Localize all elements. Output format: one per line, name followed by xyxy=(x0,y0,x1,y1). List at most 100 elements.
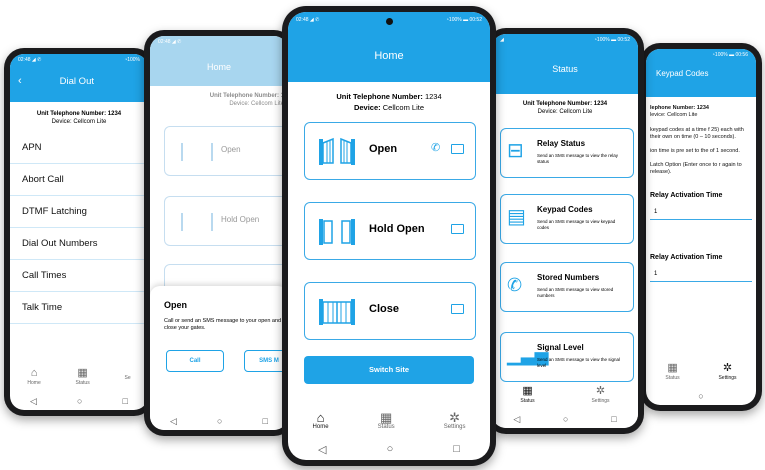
home-nav-icon[interactable]: ○ xyxy=(77,396,82,406)
back-nav-icon[interactable]: ◁ xyxy=(170,416,177,427)
call-label: Call xyxy=(189,358,201,364)
back-nav-icon[interactable]: ◁ xyxy=(30,396,37,407)
tab-status[interactable]: ▦ Status xyxy=(520,385,535,405)
system-nav: ◁ ○ □ xyxy=(150,412,288,430)
tab-status[interactable]: ▦ Status xyxy=(377,410,395,430)
hold-open-card[interactable]: Hold Open xyxy=(164,196,288,246)
status-battery: ◔100% ▬ 00:52 xyxy=(445,17,482,23)
recent-nav-icon[interactable]: □ xyxy=(263,416,268,426)
status-time: 02:48 ◢ ✆ xyxy=(158,39,182,45)
status-screen: ◢ ◔100% ▬ 00:52 Status Unit Telephone Nu… xyxy=(492,34,638,428)
tab-settings[interactable]: ✲ Settings xyxy=(591,386,610,405)
card-title: Stored Numbers xyxy=(537,273,600,282)
open-card[interactable]: Open ✆ xyxy=(304,122,476,180)
list-item[interactable]: Abort Call xyxy=(10,164,148,196)
list-item[interactable]: Dial Out Numbers xyxy=(10,228,148,260)
status-bar: 02:48 ◢ ✆ xyxy=(150,36,288,48)
device-label: Device: xyxy=(353,103,381,112)
unit-number: Unit Telephone Number: 1 xyxy=(209,93,284,99)
action-sheet: Open Call or send an SMS message to your… xyxy=(150,286,288,430)
recent-nav-icon[interactable]: □ xyxy=(453,443,460,455)
gate-icon xyxy=(181,143,213,161)
signal-level-card[interactable]: ▁▃▅ Signal Level Send an SMS message to … xyxy=(500,332,634,382)
card-label: Open xyxy=(369,143,398,155)
switch-site-label: Switch Site xyxy=(368,365,409,374)
tab-label: Status xyxy=(377,424,395,430)
grid-icon: ▦ xyxy=(380,410,393,425)
sms-label: SMS M xyxy=(259,358,279,364)
tab-bar: ⌂ Home ▦ Status Se xyxy=(10,364,148,390)
tab-label: Status xyxy=(665,375,680,381)
phone-keypad-codes: ◔100% ▬ 00:56 Keypad Codes lephone Numbe… xyxy=(640,43,762,411)
tab-settings[interactable]: ✲ Settings xyxy=(443,411,466,430)
hold-open-card[interactable]: Hold Open xyxy=(304,202,476,260)
phone-icon[interactable]: ✆ xyxy=(431,141,440,154)
card-label: Hold Open xyxy=(221,215,260,224)
message-icon[interactable] xyxy=(451,144,464,154)
tab-settings[interactable]: Se xyxy=(124,374,130,381)
list-item[interactable]: DTMF Latching xyxy=(10,196,148,228)
close-card[interactable]: Close xyxy=(304,282,476,340)
gate-icon xyxy=(181,213,213,231)
message-icon[interactable] xyxy=(451,224,464,234)
system-nav: ○ xyxy=(646,387,756,405)
switch-site-button[interactable]: Switch Site xyxy=(304,356,474,384)
list-item[interactable]: Talk Time xyxy=(10,292,148,324)
recent-nav-icon[interactable]: □ xyxy=(611,414,616,424)
tab-status[interactable]: ▦ Status xyxy=(665,362,680,382)
card-title: Signal Level xyxy=(537,343,584,352)
home-screen: 02:48 ◢ ✆ ◔100% ▬ 00:52 Home Unit Teleph… xyxy=(288,12,490,460)
relay-time-input[interactable]: 1 xyxy=(650,201,752,220)
message-icon[interactable] xyxy=(451,304,464,314)
open-card[interactable]: Open xyxy=(164,126,288,176)
call-button[interactable]: Call xyxy=(166,350,224,372)
back-nav-icon[interactable]: ◁ xyxy=(318,443,326,456)
close-gate-icon xyxy=(319,297,355,325)
list-item[interactable]: Call Times xyxy=(10,260,148,292)
field-label: Relay Activation Time xyxy=(650,192,723,199)
phone-dial-out: 02:48 ◢ ✆ ◔100% ‹ Dial Out Unit Telephon… xyxy=(4,48,154,416)
card-desc: Send an SMS message to view keypad codes xyxy=(537,219,616,230)
tab-label: Se xyxy=(124,374,131,381)
relay-status-card[interactable]: ⊟ Relay Status Send an SMS message to vi… xyxy=(500,128,634,178)
page-title: Keypad Codes xyxy=(656,69,709,78)
back-nav-icon[interactable]: ◁ xyxy=(513,414,520,425)
system-nav: ◁ ○ □ xyxy=(288,438,490,460)
tab-status[interactable]: ▦ Status xyxy=(76,368,90,387)
phone-book-icon: ✆ xyxy=(507,275,523,295)
device-value: Cellcom Lite xyxy=(382,103,425,112)
tab-home[interactable]: ⌂ Home xyxy=(312,410,329,430)
home-sheet-screen: 02:48 ◢ ✆ Home Unit Telephone Number: 1 … xyxy=(150,36,288,430)
tab-label: Settings xyxy=(443,424,466,430)
grid-icon: ▦ xyxy=(667,362,678,374)
tab-label: Status xyxy=(520,398,535,404)
recent-nav-icon[interactable]: □ xyxy=(123,396,128,406)
tab-label: Settings xyxy=(591,398,610,404)
info-text-1: keypad codes at a time f 25) each with t… xyxy=(650,127,744,140)
home-nav-icon[interactable]: ○ xyxy=(698,391,703,401)
unit-number: Unit Telephone Number: 1234 xyxy=(522,101,608,107)
keypad-codes-card[interactable]: ▤ Keypad Codes Send an SMS message to vi… xyxy=(500,194,634,244)
home-nav-icon[interactable]: ○ xyxy=(387,443,394,455)
sheet-text: Call or send an SMS message to your open… xyxy=(164,318,282,331)
grid-icon: ▦ xyxy=(522,385,533,397)
phone-status: ◢ ◔100% ▬ 00:52 Status Unit Telephone Nu… xyxy=(486,28,644,434)
device-name: Device: Cellcom Lite xyxy=(51,119,107,125)
list-item[interactable]: APN xyxy=(10,132,148,164)
card-title: Keypad Codes xyxy=(537,205,593,214)
unit-number-label: Unit Telephone Number: xyxy=(336,92,423,101)
tab-settings[interactable]: ✲ Settings xyxy=(718,363,737,382)
stored-numbers-card[interactable]: ✆ Stored Numbers Send an SMS message to … xyxy=(500,262,634,312)
home-nav-icon[interactable]: ○ xyxy=(563,414,568,424)
tab-label: Settings xyxy=(718,375,737,381)
page-title: Status xyxy=(552,64,578,74)
system-nav: ◁ ○ □ xyxy=(10,392,148,410)
tab-home[interactable]: ⌂ Home xyxy=(27,368,40,387)
relay-time-input[interactable]: 1 xyxy=(650,263,752,282)
field-label: Relay Activation Time xyxy=(650,254,723,261)
home-nav-icon[interactable]: ○ xyxy=(217,416,222,426)
tab-label: Home xyxy=(312,424,329,430)
home-icon: ⌂ xyxy=(316,410,325,425)
card-label: Hold Open xyxy=(369,223,425,235)
device-name: Device: Cellcom Lite xyxy=(229,101,284,107)
